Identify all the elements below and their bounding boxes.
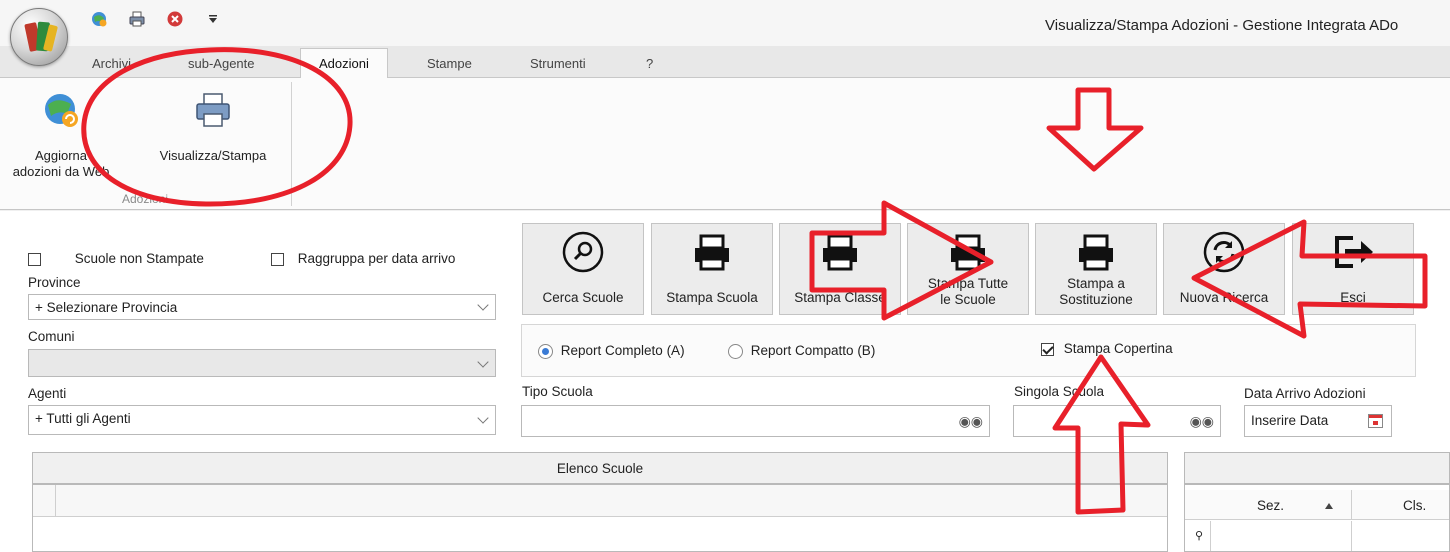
refresh-icon (1164, 230, 1284, 274)
checkbox-box[interactable] (28, 252, 41, 266)
checkbox-box[interactable] (271, 252, 284, 266)
raggruppa-label: Raggruppa per data arrivo (297, 251, 456, 266)
data-arrivo-label: Data Arrivo Adozioni (1244, 386, 1366, 401)
esci-button[interactable]: Esci (1292, 223, 1414, 315)
printer-icon (146, 88, 280, 132)
aggiorna-adozioni-button[interactable]: Aggiorna adozioni da Web (6, 86, 116, 190)
chevron-down-icon (477, 412, 489, 424)
singola-scuola-label: Singola Scuola (1014, 384, 1105, 399)
ribbon-group-label: Adozioni (121, 192, 169, 206)
comuni-label: Comuni (28, 329, 75, 344)
raggruppa-checkbox[interactable]: Raggruppa per data arrivo (271, 251, 455, 266)
data-arrivo-input[interactable]: Inserire Data (1244, 405, 1392, 437)
radio-button[interactable] (538, 343, 553, 359)
elenco-scuole-header: Elenco Scuole (32, 452, 1168, 484)
stampa-scuola-button[interactable]: Stampa Scuola (651, 223, 773, 315)
visualizza-stampa-label: Visualizza/Stampa (159, 148, 267, 163)
close-circle-icon[interactable] (164, 8, 186, 30)
tab-strumenti[interactable]: Strumenti (530, 56, 586, 71)
app-menu-orb[interactable] (10, 8, 68, 66)
tab-stampe[interactable]: Stampe (427, 56, 472, 71)
stampa-classe-label: Stampa Classe (794, 290, 886, 305)
title-bar: Visualizza/Stampa Adozioni - Gestione In… (0, 0, 1450, 46)
esci-label: Esci (1340, 290, 1366, 305)
province-value: + Selezionare Provincia (35, 300, 178, 315)
chevron-down-icon (477, 356, 489, 368)
report-compatto-label: Report Compatto (B) (750, 343, 876, 358)
column-header-sez[interactable]: Sez. (1257, 498, 1284, 513)
stampa-tutte-scuole-button[interactable]: Stampa Tutte le Scuole (907, 223, 1029, 315)
calendar-icon[interactable] (1368, 414, 1383, 428)
agenti-select[interactable]: + Tutti gli Agenti (28, 405, 496, 435)
tab-sub-agente[interactable]: sub-Agente (188, 56, 255, 71)
report-completo-radio[interactable]: Report Completo (A) (538, 343, 685, 359)
aggiorna-label-line2: adozioni da Web (12, 164, 110, 179)
filter-pin-icon: ⚲ (1195, 530, 1204, 542)
chevron-down-icon (477, 299, 489, 311)
column-header-cls[interactable]: Cls. (1403, 498, 1426, 513)
stampa-copertina-checkbox[interactable]: Stampa Copertina (1041, 341, 1173, 356)
tab-help[interactable]: ? (646, 56, 653, 71)
cerca-scuole-button[interactable]: Cerca Scuole (522, 223, 644, 315)
classi-grid[interactable]: Sez. Cls. ⚲ (1184, 484, 1450, 552)
printer-icon (652, 230, 772, 274)
printer-icon (780, 230, 900, 274)
ribbon-panel: Aggiorna adozioni da Web Visualizza/Stam… (0, 78, 1450, 210)
nuova-ricerca-button[interactable]: Nuova Ricerca (1163, 223, 1285, 315)
stampa-copertina-label: Stampa Copertina (1063, 341, 1173, 356)
exit-icon (1293, 230, 1413, 274)
scuole-non-stampate-checkbox[interactable]: Scuole non Stampate (28, 251, 204, 266)
tipo-scuola-input[interactable]: ◉◉ (521, 405, 990, 437)
nuova-ricerca-label: Nuova Ricerca (1179, 290, 1269, 305)
printer-icon[interactable] (126, 8, 148, 30)
stampa-sostituzione-button[interactable]: Stampa a Sostituzione (1035, 223, 1157, 315)
agenti-label: Agenti (28, 386, 67, 401)
stampa-tutte-label-line2: le Scuole (940, 292, 996, 307)
province-select[interactable]: + Selezionare Provincia (28, 294, 496, 320)
classi-grid-header (1184, 452, 1450, 484)
comuni-select[interactable] (28, 349, 496, 377)
stampa-tutte-label-line1: Stampa Tutte (927, 276, 1009, 291)
grid-column-header-row (33, 485, 1167, 517)
binoculars-icon[interactable]: ◉◉ (1190, 413, 1214, 430)
sort-ascending-icon (1325, 503, 1333, 509)
stampa-sostituzione-label-line2: Sostituzione (1059, 292, 1133, 307)
search-icon (523, 230, 643, 274)
printer-icon (908, 230, 1028, 274)
elenco-scuole-grid[interactable] (32, 484, 1168, 552)
aggiorna-label-line1: Aggiorna (34, 148, 88, 163)
cerca-scuole-label: Cerca Scuole (542, 290, 624, 305)
classi-column-header-row: Sez. Cls. (1185, 490, 1449, 520)
tab-archivi[interactable]: Archivi (92, 56, 131, 71)
globe-refresh-icon[interactable] (88, 8, 110, 30)
filter-row-marker: ⚲ (1185, 521, 1211, 551)
scuole-non-stampate-label: Scuole non Stampate (74, 251, 204, 266)
stampa-classe-button[interactable]: Stampa Classe (779, 223, 901, 315)
checkbox-box[interactable] (1041, 342, 1054, 356)
singola-scuola-input[interactable]: ◉◉ (1013, 405, 1221, 437)
ribbon-tabs: Archivi sub-Agente Adozioni Stampe Strum… (0, 46, 1450, 79)
visualizza-stampa-button[interactable]: Visualizza/Stampa (146, 86, 280, 190)
tipo-scuola-label: Tipo Scuola (522, 384, 593, 399)
quick-access-toolbar (88, 8, 224, 30)
data-arrivo-placeholder: Inserire Data (1251, 413, 1329, 428)
agenti-value: + Tutti gli Agenti (35, 411, 131, 426)
printer-icon (1036, 230, 1156, 274)
tab-adozioni[interactable]: Adozioni (300, 48, 388, 79)
report-completo-label: Report Completo (A) (560, 343, 685, 358)
stampa-sostituzione-label-line1: Stampa a (1067, 276, 1125, 291)
radio-button[interactable] (728, 343, 743, 359)
ribbon-separator (291, 82, 292, 206)
stampa-scuola-label: Stampa Scuola (666, 290, 758, 305)
binoculars-icon[interactable]: ◉◉ (959, 413, 983, 430)
dropdown-arrow-icon[interactable] (202, 8, 224, 30)
window-title: Visualizza/Stampa Adozioni - Gestione In… (1045, 17, 1399, 34)
globe-refresh-icon (6, 88, 116, 132)
report-compatto-radio[interactable]: Report Compatto (B) (728, 343, 875, 359)
province-label: Province (28, 275, 81, 290)
